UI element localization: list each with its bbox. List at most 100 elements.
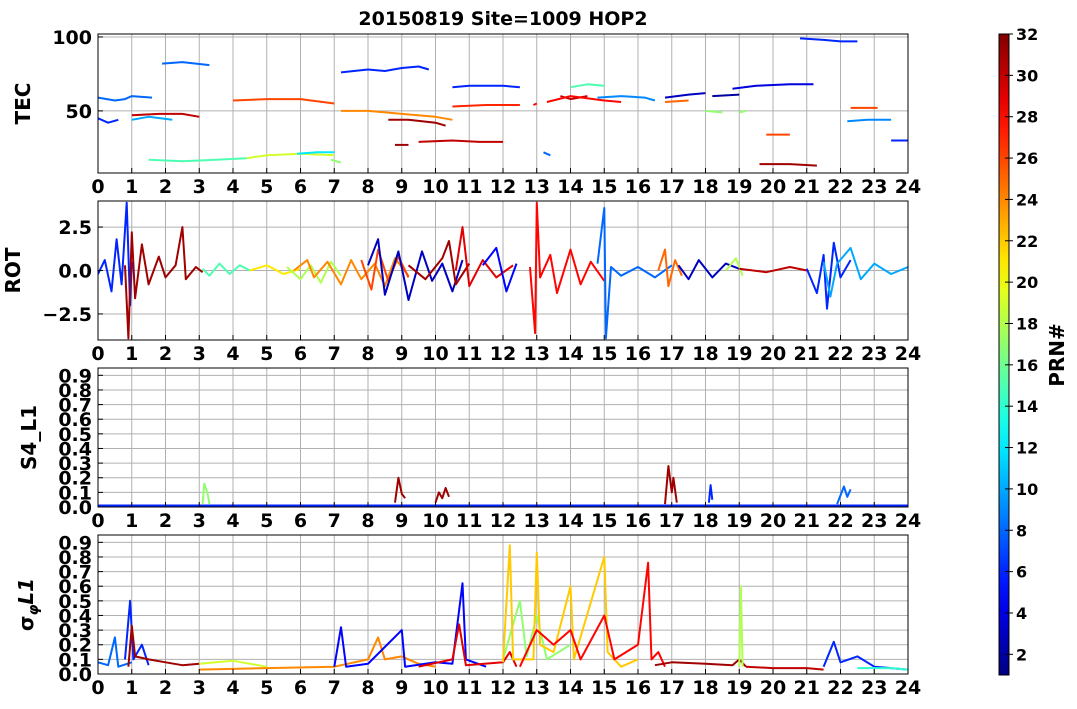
series-line-prn-26 <box>232 98 335 105</box>
series-line-prn-6 <box>822 640 908 671</box>
series-line-prn-9 <box>847 118 892 123</box>
colorbar-tick-label: 30 <box>1016 66 1038 85</box>
x-tick-label: 1 <box>125 677 138 699</box>
x-tick-label: 7 <box>328 510 341 532</box>
panel-2: 0 1 2 3 4 5 6 7 8 9 10 11 12 13 14 15 16 17 18 19 20 21 22 23 24… <box>1 200 921 365</box>
x-tick-label: 13 <box>524 677 550 699</box>
x-tick-label: 4 <box>226 677 239 699</box>
x-tick-label: 7 <box>328 343 341 365</box>
x-tick-label: 11 <box>456 176 482 198</box>
x-tick-label: 3 <box>193 510 206 532</box>
x-tick-label: 4 <box>226 510 239 532</box>
series-line-prn-2 <box>712 93 740 98</box>
x-tick-label: 8 <box>361 677 374 699</box>
x-tick-label: 17 <box>659 677 685 699</box>
y-axis-label: ROT <box>1 247 25 293</box>
x-tick-label: 21 <box>794 677 820 699</box>
x-tick-label: 21 <box>794 343 820 365</box>
x-tick-label: 0 <box>91 176 104 198</box>
x-tick-label: 20 <box>760 176 786 198</box>
colorbar-tick-label: 20 <box>1016 273 1038 292</box>
x-tick-label: 17 <box>659 510 685 532</box>
x-tick-label: 6 <box>294 677 307 699</box>
x-tick-label: 17 <box>659 343 685 365</box>
series-line-prn-31 <box>388 118 446 127</box>
x-tick-label: 1 <box>125 510 138 532</box>
colorbar-tick-label: 24 <box>1016 190 1038 209</box>
series-line-prn-28 <box>532 102 538 106</box>
x-tick-label: 1 <box>125 343 138 365</box>
y-axis-label: σφL1 <box>14 578 42 631</box>
x-tick-label: 23 <box>861 176 887 198</box>
series-line-prn-31 <box>759 163 817 167</box>
x-tick-label: 14 <box>557 343 583 365</box>
colorbar: 2468101214161820222426283032PRN# <box>998 25 1069 676</box>
x-tick-label: 10 <box>422 343 448 365</box>
x-tick-label: 16 <box>625 677 651 699</box>
x-tick-label: 14 <box>557 176 583 198</box>
x-tick-label: 12 <box>490 343 516 365</box>
x-tick-label: 20 <box>760 510 786 532</box>
series-line-prn-15 <box>201 262 251 277</box>
series-line-prn-6 <box>452 84 520 89</box>
x-tick-label: 3 <box>193 343 206 365</box>
series-line-prn-6 <box>340 65 430 74</box>
x-tick-label: 19 <box>726 343 752 365</box>
x-tick-label: 12 <box>490 677 516 699</box>
x-tick-label: 24 <box>895 677 921 699</box>
x-tick-label: 7 <box>328 176 341 198</box>
x-tick-label: 13 <box>524 510 550 532</box>
colorbar-tick-label: 28 <box>1016 108 1038 127</box>
series-line-prn-25 <box>657 248 683 288</box>
x-tick-label: 6 <box>294 343 307 365</box>
x-tick-label: 10 <box>422 176 448 198</box>
series-line-prn-30 <box>745 665 824 671</box>
series-line-prn-8 <box>98 95 153 102</box>
y-tick-label: 2.5 <box>58 217 92 239</box>
y-axis-label: S4_L1 <box>17 405 41 470</box>
x-tick-label: 22 <box>827 343 853 365</box>
colorbar-tick-label: 26 <box>1016 149 1038 168</box>
series-line-prn-6 <box>707 484 714 503</box>
x-tick-label: 18 <box>692 176 718 198</box>
x-tick-label: 4 <box>226 176 239 198</box>
x-tick-label: 23 <box>861 343 887 365</box>
x-tick-label: 16 <box>625 343 651 365</box>
colorbar-tick-label: 6 <box>1016 563 1027 582</box>
x-tick-label: 14 <box>557 677 583 699</box>
colorbar-tick-label: 18 <box>1016 314 1038 333</box>
series-line-prn-17 <box>201 482 211 505</box>
panels: 0 1 2 3 4 5 6 7 8 9 10 11 12 13 14 15 16 17 18 19 20 21 22 23 24… <box>1 27 921 699</box>
series-line-prn-6 <box>98 117 119 124</box>
colorbar-tick-label: 32 <box>1016 25 1038 44</box>
x-tick-label: 2 <box>159 343 172 365</box>
colorbar-tick-label: 14 <box>1016 397 1038 416</box>
x-tick-label: 9 <box>395 510 408 532</box>
series-line-prn-6 <box>805 241 852 310</box>
x-tick-label: 1 <box>125 176 138 198</box>
x-tick-label: 20 <box>760 343 786 365</box>
x-tick-label: 3 <box>193 677 206 699</box>
x-tick-label: 13 <box>524 176 550 198</box>
series-line-prn-14 <box>857 667 908 671</box>
x-tick-label: 19 <box>726 510 752 532</box>
x-tick-label: 5 <box>260 343 273 365</box>
series-line-prn-31 <box>124 226 204 340</box>
x-tick-label: 22 <box>827 677 853 699</box>
series-line-prn-10 <box>131 115 173 121</box>
series-line-prn-25 <box>664 99 689 103</box>
x-tick-label: 0 <box>91 677 104 699</box>
series-line-prn-31 <box>394 476 406 503</box>
x-tick-label: 6 <box>294 176 307 198</box>
x-tick-label: 9 <box>395 343 408 365</box>
x-tick-label: 2 <box>159 510 172 532</box>
series-line-prn-31 <box>127 624 200 667</box>
x-tick-label: 8 <box>361 343 374 365</box>
x-tick-label: 12 <box>490 510 516 532</box>
x-tick-label: 22 <box>827 176 853 198</box>
x-tick-label: 5 <box>260 176 273 198</box>
x-tick-label: 14 <box>557 510 583 532</box>
x-tick-label: 18 <box>692 677 718 699</box>
x-tick-label: 9 <box>395 176 408 198</box>
y-tick-label: 50 <box>66 101 92 123</box>
